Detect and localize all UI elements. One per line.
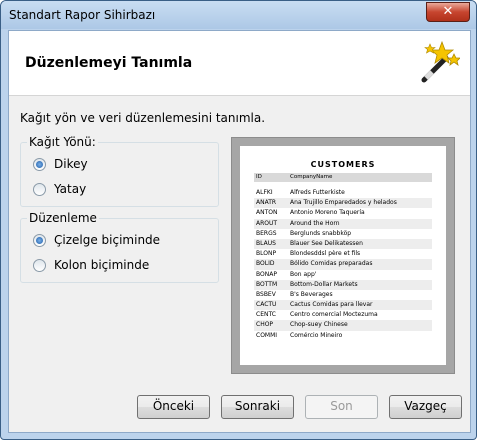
radio-tabular[interactable]: Çizelge biçiminde bbox=[33, 233, 160, 247]
preview-row: AROUT Around the Horn bbox=[254, 218, 432, 229]
preview-header-id: ID bbox=[256, 174, 262, 180]
report-preview: CUSTOMERS ID CompanyName ALFKI Alfreds Fu… bbox=[231, 137, 455, 374]
preview-row: CACTU Cactus Comidas para llevar bbox=[254, 300, 432, 311]
preview-cell-id: ANTON bbox=[256, 209, 278, 217]
preview-cell-company: Bólido Comidas preparadas bbox=[290, 260, 373, 268]
radio-tabular-label: Çizelge biçiminde bbox=[54, 233, 161, 247]
preview-header-company: CompanyName bbox=[290, 174, 333, 180]
wizard-client-area: Düzenlemeyi Tanımla Kağıt yön ve veri dü… bbox=[8, 30, 471, 433]
preview-cell-id: CENTC bbox=[256, 311, 276, 319]
preview-cell-id: BOLID bbox=[256, 260, 275, 268]
radio-landscape[interactable]: Yatay bbox=[33, 182, 86, 196]
preview-cell-company: Centro comercial Moctezuma bbox=[290, 311, 378, 319]
intro-text: Kağıt yön ve veri düzenlemesini tanımla. bbox=[20, 111, 266, 125]
wizard-header: Düzenlemeyi Tanımla bbox=[9, 31, 470, 96]
preview-cell-id: COMMI bbox=[256, 331, 278, 339]
radio-landscape-label: Yatay bbox=[54, 182, 87, 196]
preview-row: BLONP Blondesddsl père et fils bbox=[254, 249, 432, 259]
preview-row: BLAUS Blauer See Delikatessen bbox=[254, 238, 432, 250]
radio-selected-icon bbox=[33, 157, 46, 171]
preview-cell-company: Cactus Comidas para llevar bbox=[290, 301, 373, 309]
preview-cell-id: ALFKI bbox=[256, 189, 273, 196]
preview-rows: ALFKI Alfreds Futterkiste ANATR Ana Trujill… bbox=[254, 188, 432, 341]
preview-cell-company: Bottom-Dollar Markets bbox=[290, 280, 358, 288]
preview-row: ALFKI Alfreds Futterkiste bbox=[254, 188, 432, 198]
preview-row: COMMI Comércio Mineiro bbox=[254, 331, 432, 341]
radio-portrait[interactable]: Dikey bbox=[33, 157, 88, 171]
preview-row: BOLID Bólido Comidas preparadas bbox=[254, 259, 432, 270]
radio-columnar[interactable]: Kolon biçiminde bbox=[33, 258, 149, 272]
preview-cell-company: Bon app' bbox=[290, 270, 317, 278]
finish-button[interactable]: Son bbox=[305, 395, 378, 419]
preview-row: CHOP Chop-suey Chinese bbox=[254, 320, 432, 331]
preview-cell-company: Blondesddsl père et fils bbox=[290, 250, 361, 258]
wizard-window: Standart Rapor Sihirbazı ✕ Düzenlemeyi T… bbox=[0, 0, 477, 440]
preview-cell-id: BSBEV bbox=[256, 290, 276, 298]
preview-cell-id: CACTU bbox=[256, 301, 277, 309]
preview-row: BONAP Bon app' bbox=[254, 270, 432, 280]
preview-column-header: ID CompanyName bbox=[254, 173, 432, 182]
radio-unselected-icon bbox=[33, 258, 46, 272]
preview-row: ANATR Ana Trujillo Emparedados y helados bbox=[254, 198, 432, 209]
preview-cell-id: BERGS bbox=[256, 229, 277, 237]
radio-columnar-label: Kolon biçiminde bbox=[54, 258, 150, 272]
preview-paper: CUSTOMERS ID CompanyName ALFKI Alfreds Fu… bbox=[240, 146, 446, 365]
preview-cell-id: AROUT bbox=[256, 219, 278, 227]
page-title: Düzenlemeyi Tanımla bbox=[25, 55, 193, 71]
orientation-group: Kağıt Yönü: Dikey Yatay bbox=[20, 135, 219, 207]
preview-row: ANTON Antonio Moreno Taquería bbox=[254, 208, 432, 218]
preview-row: BSBEV B's Beverages bbox=[254, 290, 432, 300]
radio-unselected-icon bbox=[33, 182, 46, 196]
close-button[interactable]: ✕ bbox=[426, 2, 470, 22]
orientation-group-title: Kağıt Yönü: bbox=[27, 135, 98, 149]
window-title: Standart Rapor Sihirbazı bbox=[9, 8, 156, 22]
preview-report-title: CUSTOMERS bbox=[310, 160, 376, 169]
preview-cell-company: Blauer See Delikatessen bbox=[290, 239, 363, 247]
preview-cell-company: Around the Horn bbox=[290, 219, 340, 227]
preview-cell-company: Antonio Moreno Taquería bbox=[290, 209, 365, 217]
preview-cell-company: Berglunds snabbköp bbox=[290, 229, 352, 237]
layout-group-title: Düzenleme bbox=[27, 211, 99, 225]
button-row: Önceki Sonraki Son Vazgeç bbox=[9, 387, 470, 432]
preview-cell-company: Comércio Mineiro bbox=[290, 331, 343, 339]
preview-cell-company: Ana Trujillo Emparedados y helados bbox=[290, 199, 397, 207]
preview-cell-id: BLONP bbox=[256, 250, 277, 258]
magic-wand-icon bbox=[421, 40, 460, 83]
preview-cell-id: ANATR bbox=[256, 199, 277, 207]
preview-cell-id: BONAP bbox=[256, 270, 277, 278]
cancel-button[interactable]: Vazgeç bbox=[389, 395, 462, 419]
preview-cell-id: BLAUS bbox=[256, 239, 276, 247]
preview-cell-id: CHOP bbox=[256, 321, 274, 329]
preview-row: CENTC Centro comercial Moctezuma bbox=[254, 310, 432, 320]
preview-row: BOTTM Bottom-Dollar Markets bbox=[254, 279, 432, 290]
layout-group: Düzenleme Çizelge biçiminde Kolon biçimi… bbox=[20, 211, 219, 283]
back-button[interactable]: Önceki bbox=[137, 395, 210, 419]
preview-cell-company: Chop-suey Chinese bbox=[290, 321, 348, 329]
title-bar[interactable]: Standart Rapor Sihirbazı ✕ bbox=[1, 1, 476, 29]
preview-cell-company: Alfreds Futterkiste bbox=[290, 189, 345, 196]
radio-selected-icon bbox=[33, 233, 46, 247]
next-button[interactable]: Sonraki bbox=[221, 395, 294, 419]
preview-cell-id: BOTTM bbox=[256, 280, 278, 288]
preview-row: BERGS Berglunds snabbköp bbox=[254, 229, 432, 239]
radio-portrait-label: Dikey bbox=[54, 157, 88, 171]
preview-cell-company: B's Beverages bbox=[290, 290, 333, 298]
